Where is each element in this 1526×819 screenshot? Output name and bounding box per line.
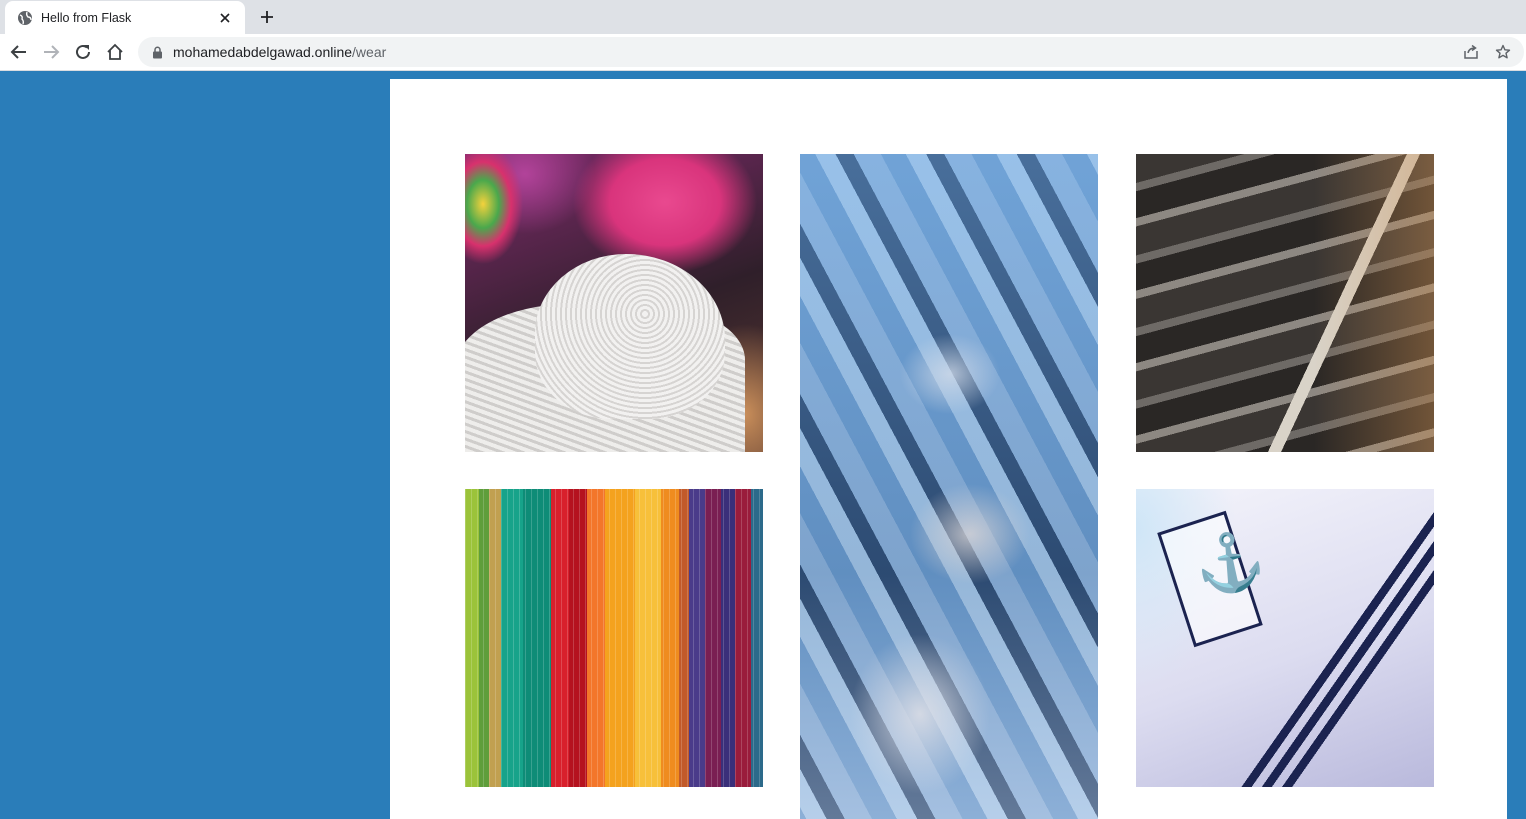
page-viewport: ⚓ — [0, 71, 1526, 819]
url-text[interactable]: mohamedabdelgawad.online/wear — [173, 44, 386, 60]
gallery-image-hats[interactable] — [465, 154, 763, 452]
globe-icon — [17, 10, 33, 26]
gallery-image-shoes[interactable] — [1136, 154, 1434, 452]
arrow-left-icon[interactable] — [7, 40, 31, 64]
gallery-image-sailor-shirt[interactable]: ⚓ — [1136, 489, 1434, 787]
close-icon[interactable] — [215, 8, 235, 28]
shoe-shade — [1314, 154, 1434, 452]
star-icon[interactable] — [1492, 41, 1514, 63]
share-icon[interactable] — [1460, 41, 1482, 63]
arrow-right-icon[interactable] — [39, 40, 63, 64]
hat-dome — [535, 254, 725, 419]
gallery-image-colorful-fabrics[interactable] — [465, 489, 763, 787]
browser-tab[interactable]: Hello from Flask — [5, 1, 245, 34]
lock-icon[interactable] — [150, 45, 164, 59]
gallery-panel: ⚓ — [390, 79, 1507, 819]
browser-toolbar: mohamedabdelgawad.online/wear — [0, 34, 1526, 71]
tab-strip: Hello from Flask — [0, 0, 1526, 34]
reload-icon[interactable] — [71, 40, 95, 64]
address-bar[interactable]: mohamedabdelgawad.online/wear — [138, 37, 1524, 67]
url-path: /wear — [352, 44, 387, 60]
plus-icon[interactable] — [256, 6, 278, 28]
url-host: mohamedabdelgawad.online — [173, 44, 353, 60]
tab-title: Hello from Flask — [41, 10, 132, 25]
blur-overlay — [800, 154, 1098, 819]
anchor-icon: ⚓ — [1190, 526, 1269, 599]
home-icon[interactable] — [103, 40, 127, 64]
fabric-lines — [465, 489, 763, 787]
sailor-patch: ⚓ — [1157, 510, 1269, 648]
gallery-image-blurred-hangers[interactable] — [800, 154, 1098, 819]
